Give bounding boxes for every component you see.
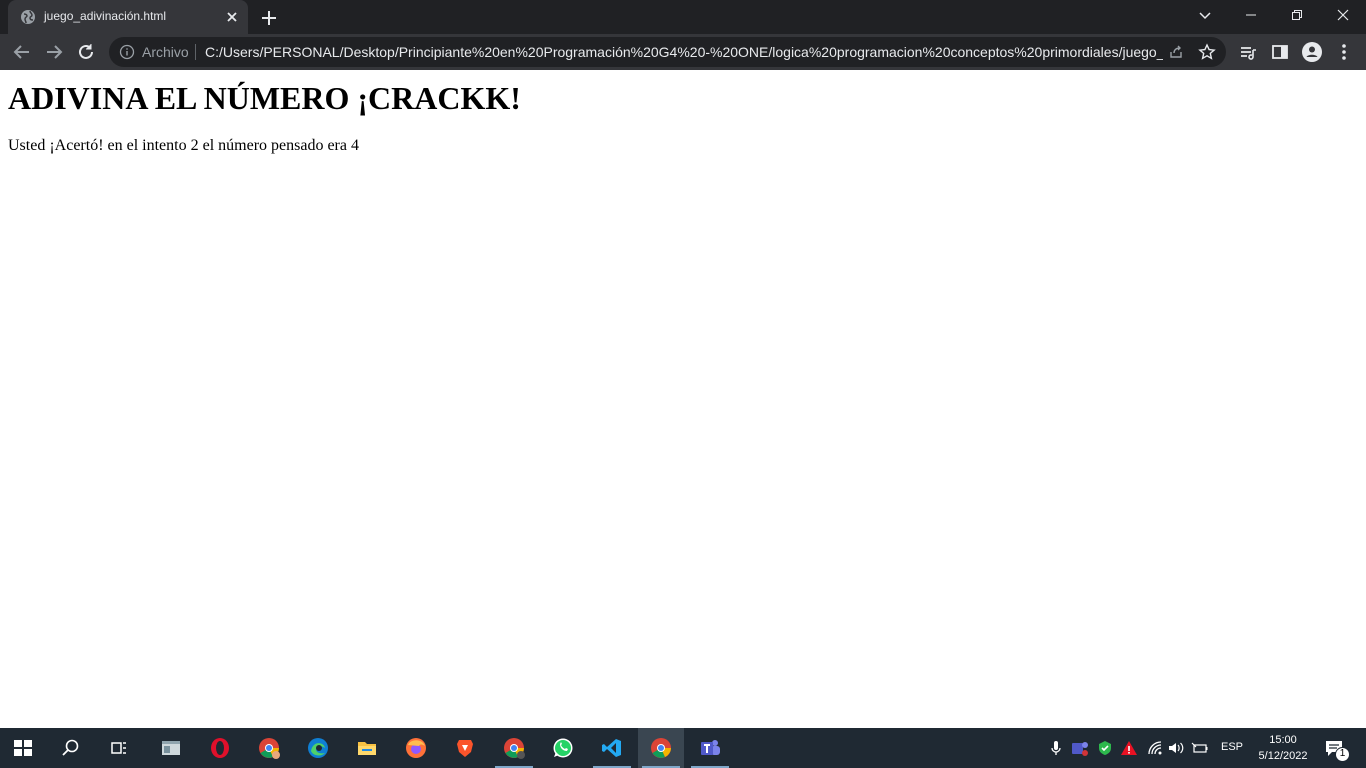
start-button[interactable] bbox=[0, 728, 46, 768]
vscode-icon bbox=[602, 739, 621, 757]
menu-kebab-icon[interactable] bbox=[1333, 41, 1355, 63]
browser-tabstrip: juego_adivinación.html bbox=[0, 0, 1366, 34]
explorer-window-icon bbox=[162, 741, 180, 755]
back-icon[interactable] bbox=[11, 41, 33, 63]
microphone-icon[interactable] bbox=[1047, 739, 1065, 757]
info-icon[interactable] bbox=[119, 44, 135, 60]
browser-tab[interactable]: juego_adivinación.html bbox=[8, 0, 248, 34]
teams-tray-icon[interactable] bbox=[1071, 739, 1089, 757]
taskbar-edge[interactable] bbox=[295, 728, 341, 768]
windows-taskbar: ESP 15:00 5/12/2022 1 bbox=[0, 728, 1366, 768]
tab-title: juego_adivinación.html bbox=[44, 9, 167, 23]
chrome-profile-icon bbox=[259, 738, 280, 759]
taskbar-opera[interactable] bbox=[197, 728, 243, 768]
clock[interactable]: 15:00 5/12/2022 bbox=[1252, 732, 1314, 764]
whatsapp-icon bbox=[553, 738, 573, 758]
globe-icon bbox=[20, 9, 36, 25]
bookmark-star-icon[interactable] bbox=[1198, 43, 1216, 61]
firefox-icon bbox=[406, 738, 426, 758]
taskbar-firefox[interactable] bbox=[393, 728, 439, 768]
address-separator bbox=[195, 44, 196, 60]
chevron-down-icon[interactable] bbox=[1196, 6, 1214, 24]
chrome-icon bbox=[651, 738, 671, 758]
notification-center-button[interactable]: 1 bbox=[1318, 728, 1366, 768]
wifi-icon[interactable] bbox=[1146, 739, 1164, 757]
close-window-button[interactable] bbox=[1320, 0, 1366, 30]
address-bar[interactable]: Archivo C:/Users/PERSONAL/Desktop/Princi… bbox=[109, 37, 1226, 67]
battery-icon[interactable] bbox=[1191, 739, 1209, 757]
taskbar-chrome-other[interactable] bbox=[491, 728, 537, 768]
reload-icon[interactable] bbox=[75, 41, 97, 63]
input-language[interactable]: ESP bbox=[1221, 741, 1243, 753]
page-heading: ADIVINA EL NÚMERO ¡CRACKK! bbox=[8, 80, 521, 116]
profile-avatar-icon[interactable] bbox=[1301, 41, 1323, 63]
chrome-other-icon bbox=[504, 738, 525, 759]
taskbar-vscode[interactable] bbox=[589, 728, 635, 768]
taskbar-brave[interactable] bbox=[442, 728, 488, 768]
clock-date: 5/12/2022 bbox=[1258, 750, 1308, 762]
notification-count: 1 bbox=[1339, 748, 1346, 759]
taskbar-chrome-profile[interactable] bbox=[246, 728, 292, 768]
start-icon bbox=[14, 740, 32, 756]
warning-icon[interactable] bbox=[1120, 739, 1138, 757]
file-explorer-icon bbox=[358, 742, 376, 755]
new-tab-icon[interactable] bbox=[258, 7, 280, 29]
volume-icon[interactable] bbox=[1167, 739, 1185, 757]
taskbar-teams[interactable] bbox=[687, 728, 733, 768]
result-message: Usted ¡Acertó! en el intento 2 el número… bbox=[8, 137, 359, 154]
taskbar-whatsapp[interactable] bbox=[540, 728, 586, 768]
forward-icon[interactable] bbox=[43, 41, 65, 63]
task-view-button[interactable] bbox=[96, 728, 142, 768]
url-text[interactable]: C:/Users/PERSONAL/Desktop/Principiante%2… bbox=[205, 44, 1163, 60]
reading-list-icon[interactable] bbox=[1237, 41, 1259, 63]
teams-icon bbox=[701, 740, 720, 755]
restore-button[interactable] bbox=[1274, 0, 1320, 30]
brave-icon bbox=[457, 740, 473, 757]
taskbar-chrome[interactable] bbox=[638, 728, 684, 768]
search-icon bbox=[62, 739, 79, 756]
minimize-button[interactable] bbox=[1228, 0, 1274, 30]
clock-time: 15:00 bbox=[1269, 734, 1297, 746]
taskbar-file-explorer[interactable] bbox=[344, 728, 390, 768]
browser-toolbar: Archivo C:/Users/PERSONAL/Desktop/Princi… bbox=[0, 34, 1366, 70]
scheme-label: Archivo bbox=[142, 44, 189, 60]
search-button[interactable] bbox=[48, 728, 94, 768]
edge-icon bbox=[308, 738, 328, 758]
page-viewport: ADIVINA EL NÚMERO ¡CRACKK! Usted ¡Acertó… bbox=[0, 70, 1366, 728]
close-tab-icon[interactable] bbox=[224, 9, 240, 25]
task-view-icon bbox=[111, 742, 126, 754]
side-panel-icon[interactable] bbox=[1269, 41, 1291, 63]
taskbar-explorer-window[interactable] bbox=[148, 728, 194, 768]
opera-icon bbox=[211, 738, 229, 758]
shield-tray-icon[interactable] bbox=[1096, 739, 1114, 757]
share-icon[interactable] bbox=[1167, 43, 1185, 61]
